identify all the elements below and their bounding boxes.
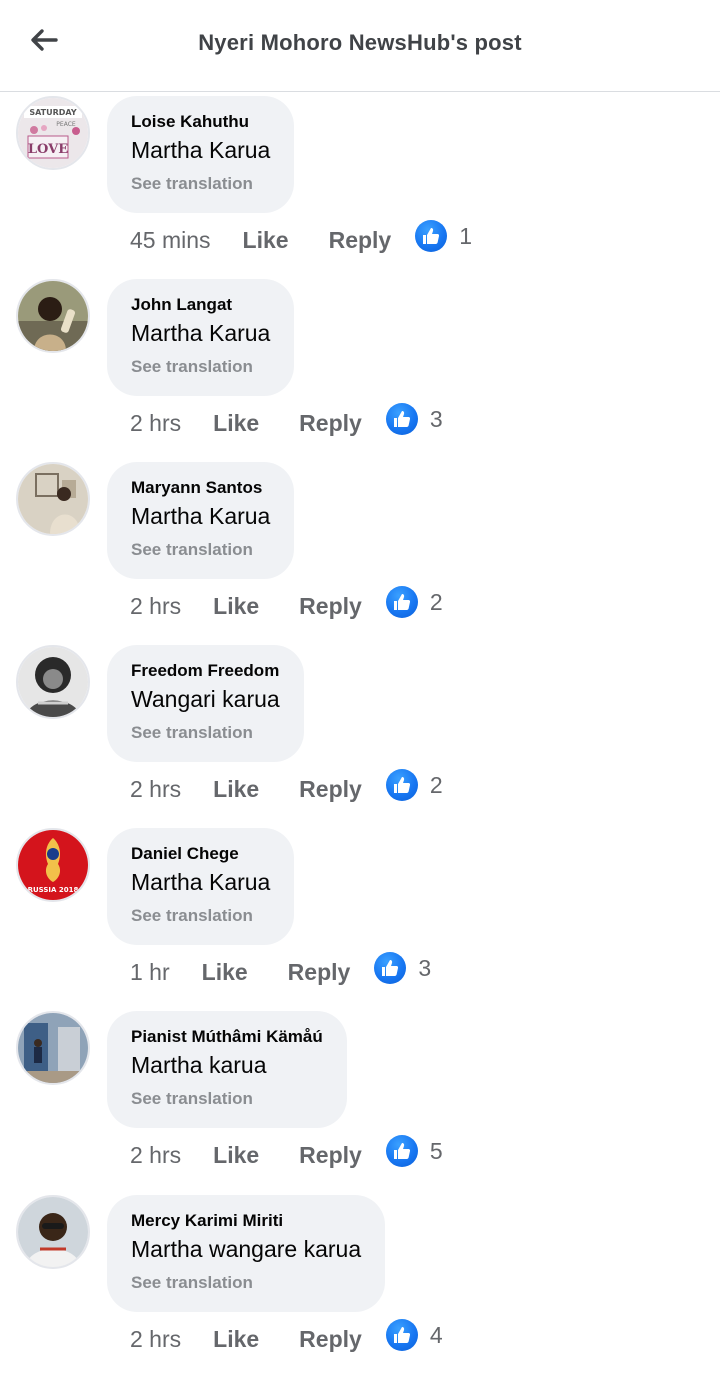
see-translation-link[interactable]: See translation bbox=[131, 173, 270, 195]
reaction-summary[interactable]: 2 bbox=[385, 586, 443, 618]
avatar[interactable]: SATURDAY PEACE LOVE bbox=[16, 96, 90, 170]
comment-author[interactable]: Freedom Freedom bbox=[131, 661, 280, 681]
comment-actions: 2 hrs Like Reply 5 bbox=[130, 1135, 443, 1173]
avatar[interactable] bbox=[16, 462, 90, 536]
comment-bubble: Pianist Múthâmi Kämåú Martha karua See t… bbox=[107, 1011, 347, 1128]
comment-bubble: Freedom Freedom Wangari karua See transl… bbox=[107, 645, 304, 762]
avatar[interactable] bbox=[16, 1011, 90, 1085]
comment-time[interactable]: 2 hrs bbox=[130, 593, 181, 620]
reaction-summary[interactable]: 5 bbox=[385, 1135, 443, 1167]
comment-bubble: Maryann Santos Martha Karua See translat… bbox=[107, 462, 295, 579]
comment-author[interactable]: Loise Kahuthu bbox=[131, 112, 270, 132]
comment-actions: 45 mins Like Reply 1 bbox=[130, 220, 472, 258]
avatar[interactable]: RUSSIA 2018 bbox=[16, 828, 90, 902]
reaction-summary[interactable]: 3 bbox=[374, 952, 431, 984]
reaction-count: 5 bbox=[429, 1137, 443, 1164]
reaction-count: 4 bbox=[429, 1321, 443, 1348]
thumbs-up-icon bbox=[385, 403, 418, 435]
comment-text: Martha karua bbox=[131, 1052, 267, 1078]
comment-item: Freedom Freedom Wangari karua See transl… bbox=[0, 643, 720, 826]
comment-time[interactable]: 2 hrs bbox=[130, 1326, 181, 1353]
thumbs-up-icon bbox=[385, 769, 418, 801]
reaction-summary[interactable]: 2 bbox=[385, 769, 443, 801]
reaction-summary[interactable]: 3 bbox=[385, 403, 443, 435]
like-button[interactable]: Like bbox=[202, 959, 248, 986]
comment-item: RUSSIA 2018 Daniel Chege Martha Karua Se… bbox=[0, 826, 720, 1009]
thumbs-up-icon bbox=[374, 952, 407, 984]
comment-actions: 2 hrs Like Reply 4 bbox=[130, 1319, 443, 1357]
comment-text: Martha Karua bbox=[131, 869, 271, 895]
comment-author[interactable]: Maryann Santos bbox=[131, 478, 270, 498]
comment-time[interactable]: 2 hrs bbox=[130, 1142, 181, 1169]
comment-text: Martha Karua bbox=[131, 503, 271, 529]
thumbs-up-icon bbox=[385, 586, 418, 618]
comment-actions: 1 hr Like Reply 3 bbox=[130, 952, 431, 990]
svg-text:SATURDAY: SATURDAY bbox=[29, 108, 77, 117]
reaction-count: 2 bbox=[429, 771, 443, 798]
like-button[interactable]: Like bbox=[243, 227, 289, 254]
comment-text: Martha Karua bbox=[131, 137, 271, 163]
comment-actions: 2 hrs Like Reply 2 bbox=[130, 586, 443, 624]
avatar[interactable] bbox=[16, 279, 90, 353]
see-translation-link[interactable]: See translation bbox=[131, 722, 280, 744]
avatar[interactable] bbox=[16, 645, 90, 719]
see-translation-link[interactable]: See translation bbox=[131, 1088, 323, 1110]
like-button[interactable]: Like bbox=[213, 593, 259, 620]
reaction-count: 3 bbox=[418, 954, 432, 981]
comment-time[interactable]: 1 hr bbox=[130, 959, 170, 986]
reply-button[interactable]: Reply bbox=[299, 776, 362, 803]
top-bar: Nyeri Mohoro NewsHub's post bbox=[0, 0, 720, 92]
thumbs-up-icon bbox=[385, 1135, 418, 1167]
comment-time[interactable]: 2 hrs bbox=[130, 776, 181, 803]
reaction-summary[interactable]: 4 bbox=[385, 1319, 443, 1351]
comment-bubble: Loise Kahuthu Martha Karua See translati… bbox=[107, 96, 295, 213]
see-translation-link[interactable]: See translation bbox=[131, 905, 270, 927]
page-title: Nyeri Mohoro NewsHub's post bbox=[198, 30, 522, 55]
see-translation-link[interactable]: See translation bbox=[131, 356, 270, 378]
comment-author[interactable]: Mercy Karimi Miriti bbox=[131, 1211, 361, 1231]
thumbs-up-icon bbox=[385, 1319, 418, 1351]
comment-item: SATURDAY PEACE LOVE Loise Kahuthu Martha… bbox=[0, 94, 720, 277]
comment-bubble: Daniel Chege Martha Karua See translatio… bbox=[107, 828, 295, 945]
reaction-count: 2 bbox=[429, 588, 443, 615]
reaction-count: 3 bbox=[429, 405, 443, 432]
reply-button[interactable]: Reply bbox=[299, 410, 362, 437]
comment-actions: 2 hrs Like Reply 3 bbox=[130, 403, 443, 441]
svg-text:PEACE: PEACE bbox=[56, 121, 76, 128]
reply-button[interactable]: Reply bbox=[299, 1326, 362, 1353]
reply-button[interactable]: Reply bbox=[299, 593, 362, 620]
reply-button[interactable]: Reply bbox=[329, 227, 392, 254]
like-button[interactable]: Like bbox=[213, 410, 259, 437]
comment-item: Pianist Múthâmi Kämåú Martha karua See t… bbox=[0, 1009, 720, 1192]
avatar[interactable] bbox=[16, 1195, 90, 1269]
see-translation-link[interactable]: See translation bbox=[131, 1272, 361, 1294]
comment-author[interactable]: Daniel Chege bbox=[131, 844, 270, 864]
comment-bubble: John Langat Martha Karua See translation bbox=[107, 279, 295, 396]
comment-author[interactable]: John Langat bbox=[131, 295, 270, 315]
like-button[interactable]: Like bbox=[213, 1326, 259, 1353]
comment-actions: 2 hrs Like Reply 2 bbox=[130, 769, 443, 807]
see-translation-link[interactable]: See translation bbox=[131, 539, 270, 561]
thumbs-up-icon bbox=[415, 220, 448, 252]
reply-button[interactable]: Reply bbox=[299, 1142, 362, 1169]
reply-button[interactable]: Reply bbox=[288, 959, 351, 986]
comment-text: Martha Karua bbox=[131, 320, 271, 346]
like-button[interactable]: Like bbox=[213, 1142, 259, 1169]
comment-bubble: Mercy Karimi Miriti Martha wangare karua… bbox=[107, 1195, 386, 1312]
comment-item: Maryann Santos Martha Karua See translat… bbox=[0, 460, 720, 643]
comment-item: John Langat Martha Karua See translation… bbox=[0, 277, 720, 460]
svg-text:LOVE: LOVE bbox=[28, 142, 68, 157]
comment-text: Wangari karua bbox=[131, 686, 280, 712]
reaction-count: 1 bbox=[459, 222, 473, 249]
comment-time[interactable]: 2 hrs bbox=[130, 410, 181, 437]
comment-author[interactable]: Pianist Múthâmi Kämåú bbox=[131, 1027, 323, 1047]
like-button[interactable]: Like bbox=[213, 776, 259, 803]
comment-text: Martha wangare karua bbox=[131, 1236, 362, 1262]
reaction-summary[interactable]: 1 bbox=[415, 220, 472, 252]
comment-time[interactable]: 45 mins bbox=[130, 227, 211, 254]
svg-text:RUSSIA 2018: RUSSIA 2018 bbox=[28, 886, 79, 894]
